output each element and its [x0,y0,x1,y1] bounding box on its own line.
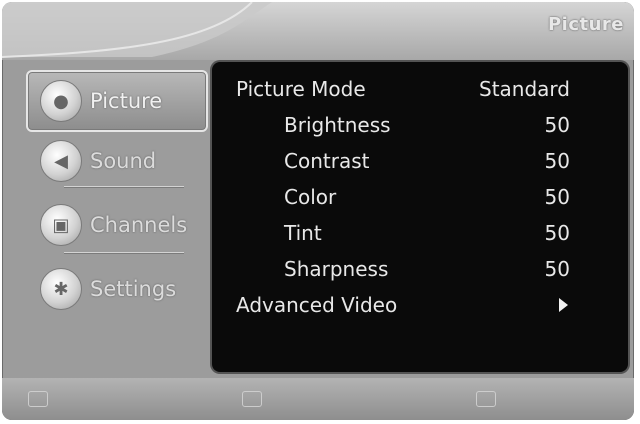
settings-icon: ✱ [40,268,82,310]
sidebar-item-label: Sound [90,149,157,173]
sidebar-divider [64,186,184,187]
menu-row-value: 50 [544,221,570,245]
sound-icon: ◀ [40,140,82,182]
sidebar-item-sound[interactable]: ◀ Sound [28,134,200,188]
arrow-right-icon [559,298,568,312]
sidebar-item-channels[interactable]: ▣ Channels [28,198,200,252]
return-icon [476,391,496,407]
menu-row-value: 50 [544,113,570,137]
enter-icon [242,391,262,407]
sidebar-item-label: Settings [90,277,177,301]
menu-row-label: Sharpness [284,257,389,281]
picture-icon: ● [40,80,82,122]
page-title: Picture [547,14,624,35]
menu-row-label: Brightness [284,113,391,137]
menu-row-tint[interactable]: Tint 50 [212,216,628,250]
sidebar: ● Picture ◀ Sound ▣ Channels ✱ Settings [16,66,208,366]
menu-row-advanced-video[interactable]: Advanced Video [212,288,628,322]
channels-icon: ▣ [40,204,82,246]
menu-row-value: Standard [479,77,570,101]
footer-bar [2,378,634,420]
menu-row-sharpness[interactable]: Sharpness 50 [212,252,628,286]
sidebar-item-label: Picture [90,89,163,113]
header-curve-decoration [2,2,272,58]
sidebar-item-label: Channels [90,213,188,237]
tv-menu-window: Picture ● Picture ◀ Sound ▣ Channels ✱ S… [2,2,634,420]
menu-row-color[interactable]: Color 50 [212,180,628,214]
navigate-icon [28,391,48,407]
picture-menu-panel: Picture Mode Standard Brightness 50 Cont… [212,62,628,372]
menu-row-label: Contrast [284,149,370,173]
menu-row-label: Picture Mode [236,77,366,101]
menu-row-label: Tint [284,221,322,245]
menu-row-contrast[interactable]: Contrast 50 [212,144,628,178]
sidebar-item-picture[interactable]: ● Picture [26,70,208,132]
sidebar-item-settings[interactable]: ✱ Settings [28,262,200,316]
menu-row-picture-mode[interactable]: Picture Mode Standard [212,72,628,106]
menu-row-value: 50 [544,149,570,173]
sidebar-divider [64,252,184,253]
header-bar: Picture [2,2,634,60]
menu-row-value: 50 [544,257,570,281]
menu-row-value: 50 [544,185,570,209]
menu-row-label: Advanced Video [236,293,398,317]
menu-row-label: Color [284,185,337,209]
menu-row-brightness[interactable]: Brightness 50 [212,108,628,142]
